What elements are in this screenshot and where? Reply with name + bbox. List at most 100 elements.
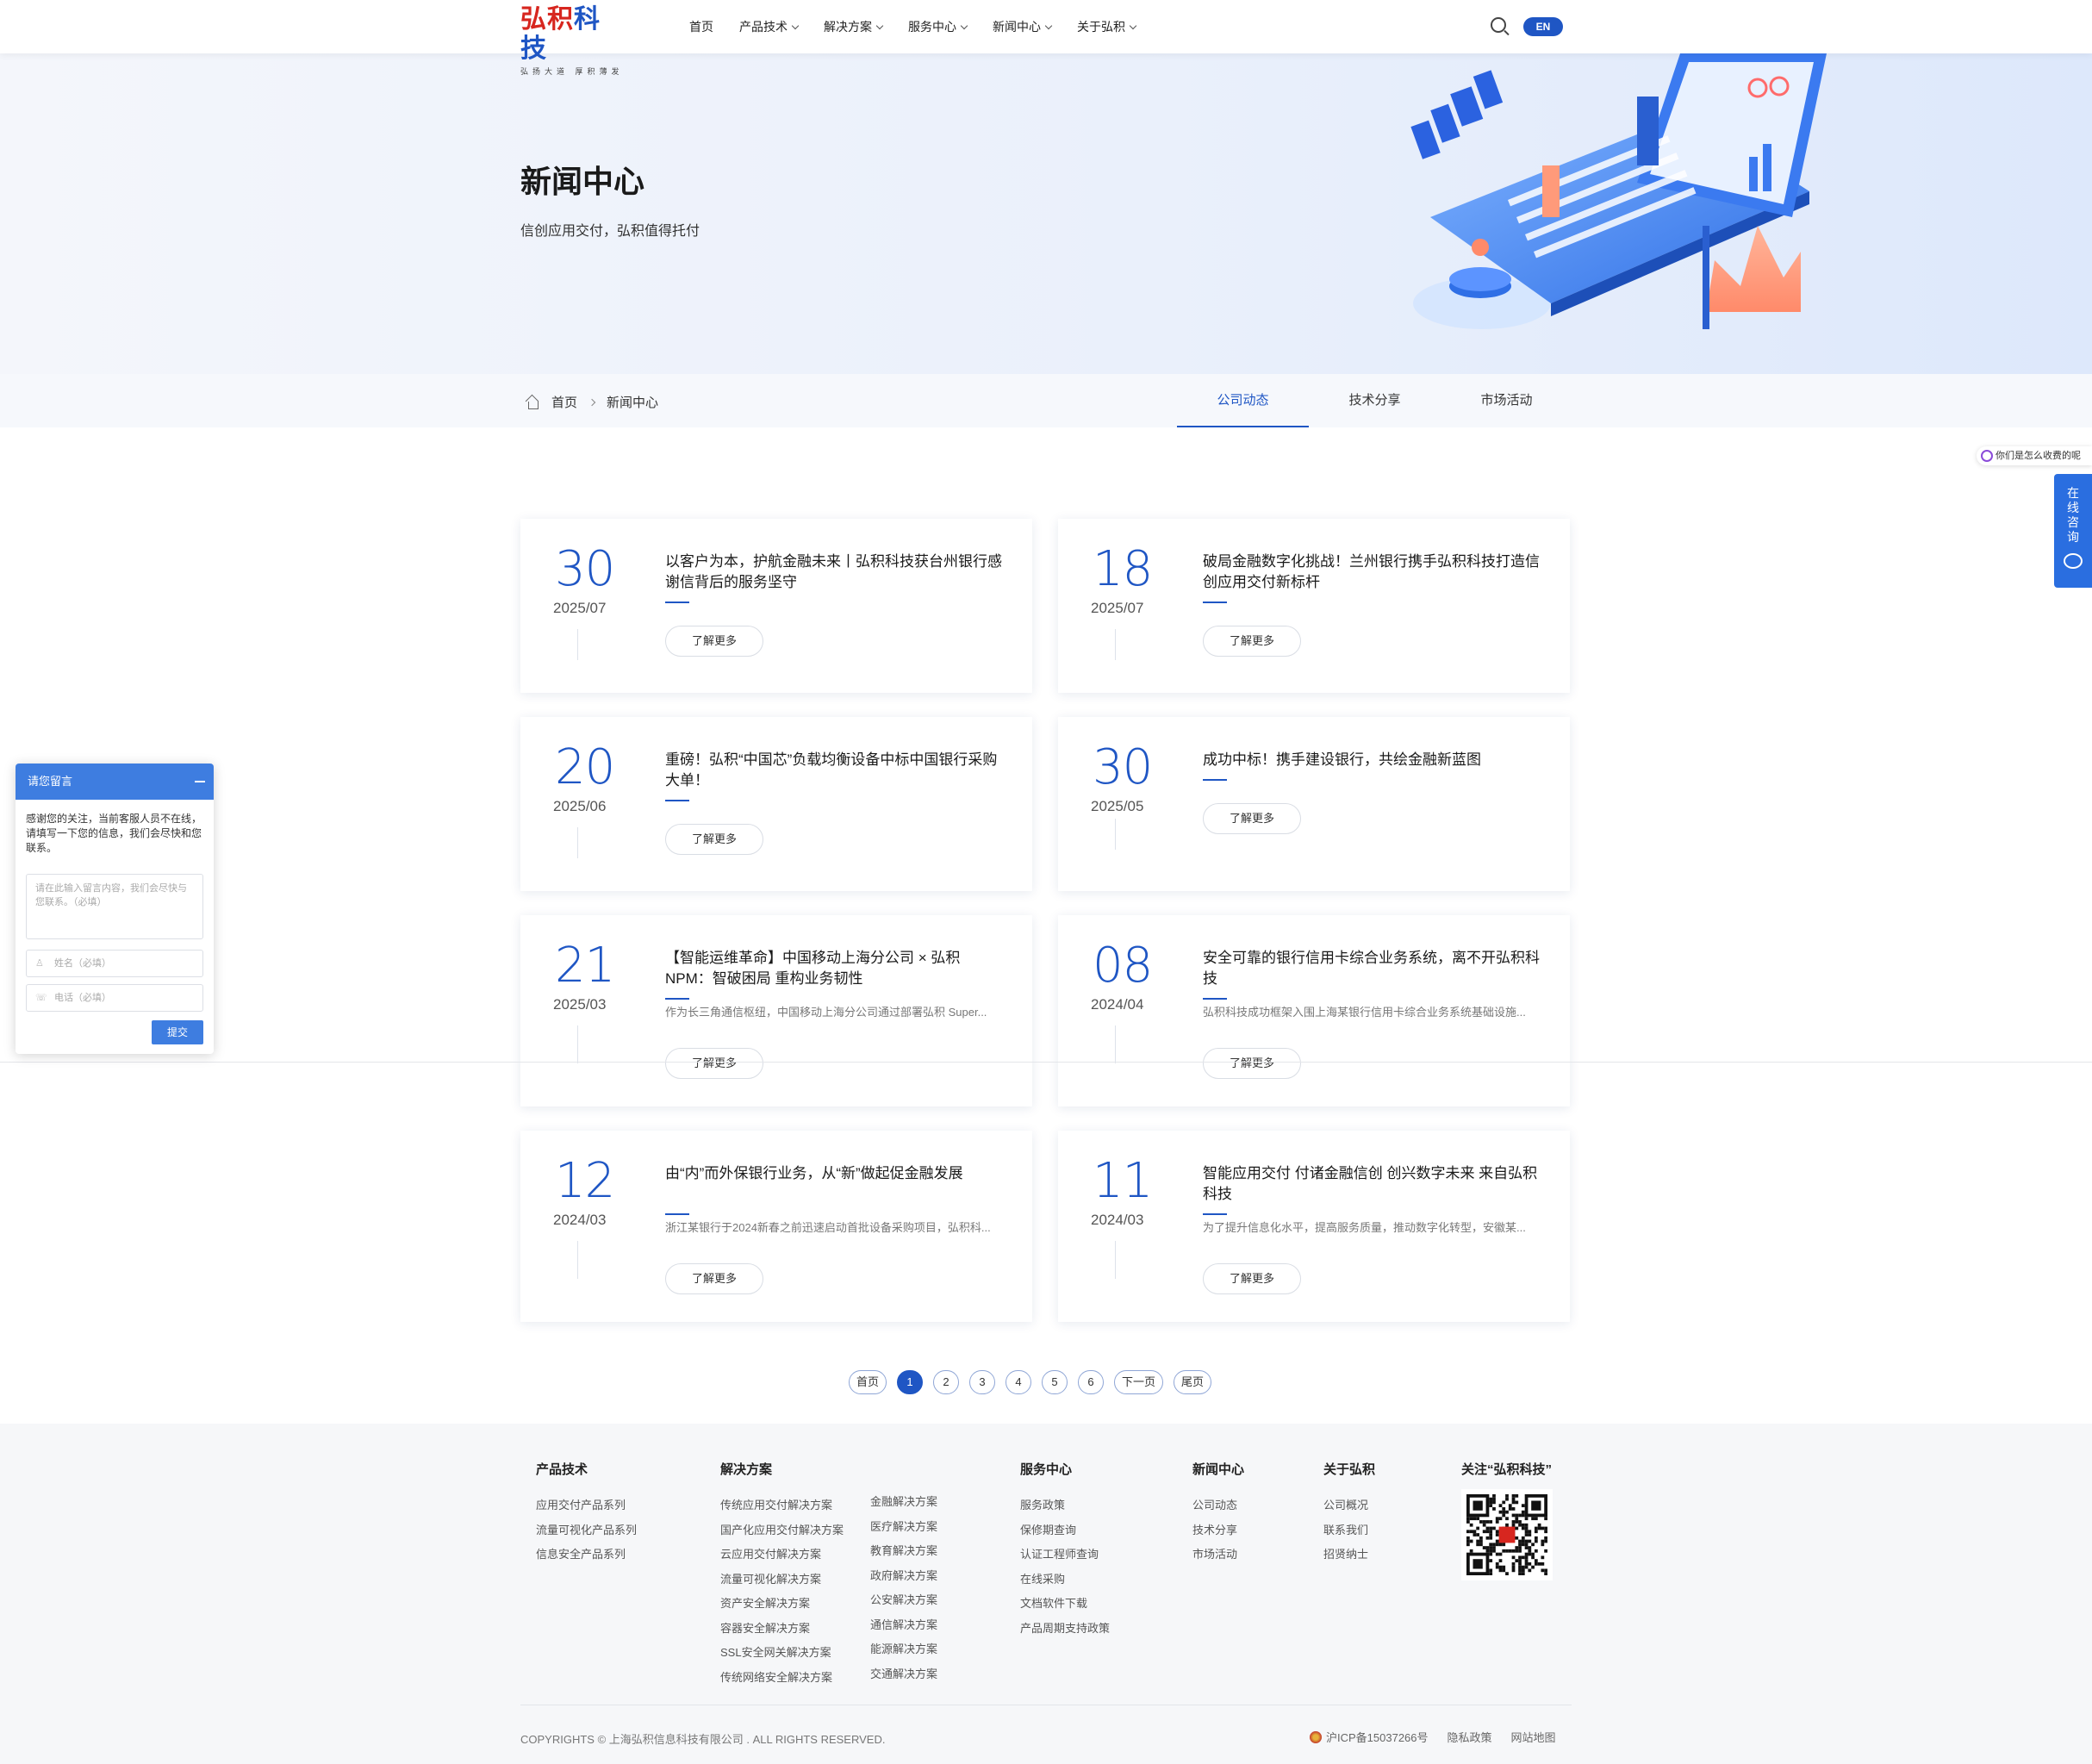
news-card[interactable]: 08 2024/04 安全可靠的银行信用卡综合业务系统，离不开弘积科技 弘积科技成功框… [1058,915,1570,1106]
footer-link[interactable]: 公安解决方案 [870,1588,937,1613]
first-page-button[interactable]: 首页 [849,1370,887,1394]
read-more-button[interactable]: 了解更多 [1203,803,1301,834]
footer-link[interactable]: 教育解决方案 [870,1539,937,1564]
footer-link[interactable]: SSL安全网关解决方案 [720,1641,844,1666]
footer-link[interactable]: 保修期查询 [1020,1518,1110,1543]
read-more-button[interactable]: 了解更多 [665,824,763,855]
footer-link[interactable]: 公司概况 [1323,1493,1375,1518]
page-title: 新闻中心 [520,164,645,199]
footer-link[interactable]: 信息安全产品系列 [536,1543,637,1568]
news-title[interactable]: 重磅！弘积“中国芯”负载均衡设备中标中国银行采购大单！ [665,750,1006,791]
message-widget-header[interactable]: 请您留言 [16,764,214,800]
icp-link[interactable]: 沪ICP备15037266号 [1310,1729,1429,1745]
news-title[interactable]: 安全可靠的银行信用卡综合业务系统，离不开弘积科技 [1203,948,1544,989]
nav-item[interactable]: 关于弘积 [1077,18,1137,35]
privacy-link[interactable]: 隐私政策 [1448,1729,1492,1745]
date-divider [577,629,578,660]
footer-link[interactable]: 公司动态 [1192,1493,1244,1518]
tab-0[interactable]: 公司动态 [1177,374,1309,427]
footer-link[interactable]: 传统网络安全解决方案 [720,1666,844,1691]
nav-item[interactable]: 首页 [689,18,713,35]
news-card[interactable]: 21 2025/03 【智能运维革命】中国移动上海分公司 × 弘积NPM：智破困局 … [520,915,1032,1106]
read-more-button[interactable]: 了解更多 [1203,626,1301,657]
news-category-tabs: 公司动态 技术分享 市场活动 [1177,374,1572,427]
footer-link[interactable]: 招贤纳士 [1323,1543,1375,1568]
read-more-button[interactable]: 了解更多 [1203,1263,1301,1294]
footer-link[interactable]: 联系我们 [1323,1518,1375,1543]
search-icon[interactable] [1491,17,1506,33]
page-button-2[interactable]: 2 [933,1370,960,1394]
company-logo[interactable]: 弘积科技 弘扬大道 厚积薄发 [520,5,624,76]
side-quick-question-text: 你们是怎么收费的呢 [1995,451,2081,461]
news-title[interactable]: 智能应用交付 付诸金融信创 创兴数字未来 来自弘积科技 [1203,1163,1544,1205]
submit-button[interactable]: 提交 [152,1020,203,1044]
side-quick-question[interactable]: 你们是怎么收费的呢 [1977,446,2092,465]
news-title[interactable]: 以客户为本，护航金融未来丨弘积科技获台州银行感谢信背后的服务坚守 [665,552,1006,593]
page-button-4[interactable]: 4 [1006,1370,1032,1394]
tab-2[interactable]: 市场活动 [1441,374,1572,427]
footer-link[interactable]: 政府解决方案 [870,1564,937,1589]
message-content-input[interactable]: 请在此输入留言内容，我们会尽快与您联系。（必填） [26,874,203,939]
footer-link[interactable]: 服务政策 [1020,1493,1110,1518]
next-page-button[interactable]: 下一页 [1114,1370,1164,1394]
news-card[interactable]: 12 2024/03 由“内”而外保银行业务，从“新”做起促金融发展 浙江某银行于20… [520,1131,1032,1322]
news-card[interactable]: 18 2025/07 破局金融数字化挑战！兰州银行携手弘积科技打造信创应用交付新标杆… [1058,519,1570,693]
language-switch-button[interactable]: EN [1523,17,1563,36]
footer-link[interactable]: 流量可视化解决方案 [720,1568,844,1593]
online-consult-button[interactable]: 在线咨询 [2054,474,2092,588]
news-day: 30 [1093,739,1153,795]
news-title[interactable]: 破局金融数字化挑战！兰州银行携手弘积科技打造信创应用交付新标杆 [1203,552,1544,593]
news-title[interactable]: 由“内”而外保银行业务，从“新”做起促金融发展 [665,1163,1006,1184]
nav-item[interactable]: 产品技术 [739,18,800,35]
news-title[interactable]: 【智能运维革命】中国移动上海分公司 × 弘积NPM：智破困局 重构业务韧性 [665,948,1006,989]
news-card[interactable]: 20 2025/06 重磅！弘积“中国芯”负载均衡设备中标中国银行采购大单！ 了解更多 [520,717,1032,891]
footer-link[interactable]: 国产化应用交付解决方案 [720,1518,844,1543]
last-page-button[interactable]: 尾页 [1174,1370,1212,1394]
footer-link[interactable]: 认证工程师查询 [1020,1543,1110,1568]
page-button-3[interactable]: 3 [969,1370,996,1394]
footer-link[interactable]: 产品周期支持政策 [1020,1617,1110,1642]
read-more-button[interactable]: 了解更多 [665,626,763,657]
footer-link[interactable]: 能源解决方案 [870,1637,937,1662]
title-underline [1203,779,1227,781]
nav-item[interactable]: 服务中心 [908,18,968,35]
read-more-button[interactable]: 了解更多 [665,1048,763,1079]
date-divider [1115,819,1116,850]
chevron-down-icon [960,22,968,29]
read-more-button[interactable]: 了解更多 [1203,1048,1301,1079]
footer-link[interactable]: 应用交付产品系列 [536,1493,637,1518]
footer-link[interactable]: 医疗解决方案 [870,1515,937,1540]
footer-link[interactable]: 在线采购 [1020,1568,1110,1593]
footer-link[interactable]: 传统应用交付解决方案 [720,1493,844,1518]
sitemap-link[interactable]: 网站地图 [1511,1729,1556,1745]
footer-link[interactable]: 文档软件下载 [1020,1592,1110,1617]
page-button-1[interactable]: 1 [897,1370,924,1394]
footer-link[interactable]: 资产安全解决方案 [720,1592,844,1617]
footer-link[interactable]: 交通解决方案 [870,1662,937,1687]
read-more-button[interactable]: 了解更多 [665,1263,763,1294]
tab-1[interactable]: 技术分享 [1309,374,1441,427]
news-title[interactable]: 成功中标！携手建设银行，共绘金融新蓝图 [1203,750,1544,770]
nav-item[interactable]: 解决方案 [824,18,884,35]
news-day: 12 [555,1153,615,1209]
minimize-icon[interactable] [195,781,205,782]
footer-column-title: 服务中心 [1020,1462,1073,1477]
page-button-6[interactable]: 6 [1078,1370,1105,1394]
news-card[interactable]: 30 2025/05 成功中标！携手建设银行，共绘金融新蓝图 了解更多 [1058,717,1570,891]
news-card[interactable]: 11 2024/03 智能应用交付 付诸金融信创 创兴数字未来 来自弘积科技 为了提升… [1058,1131,1570,1322]
footer-link[interactable]: 云应用交付解决方案 [720,1543,844,1568]
home-icon[interactable] [526,396,539,409]
footer-link[interactable]: 流量可视化产品系列 [536,1518,637,1543]
name-input[interactable]: ♙ 姓名（必填） [26,950,203,977]
nav-item[interactable]: 新闻中心 [993,18,1053,35]
page-button-5[interactable]: 5 [1042,1370,1068,1394]
footer-link[interactable]: 通信解决方案 [870,1613,937,1638]
footer-link[interactable]: 容器安全解决方案 [720,1617,844,1642]
footer-link[interactable]: 市场活动 [1192,1543,1244,1568]
title-underline [665,998,689,1000]
footer-link[interactable]: 金融解决方案 [870,1490,937,1515]
phone-input[interactable]: ☏ 电话（必填） [26,984,203,1012]
news-card[interactable]: 30 2025/07 以客户为本，护航金融未来丨弘积科技获台州银行感谢信背后的服务坚… [520,519,1032,693]
breadcrumb-home[interactable]: 首页 [551,393,577,411]
footer-link[interactable]: 技术分享 [1192,1518,1244,1543]
